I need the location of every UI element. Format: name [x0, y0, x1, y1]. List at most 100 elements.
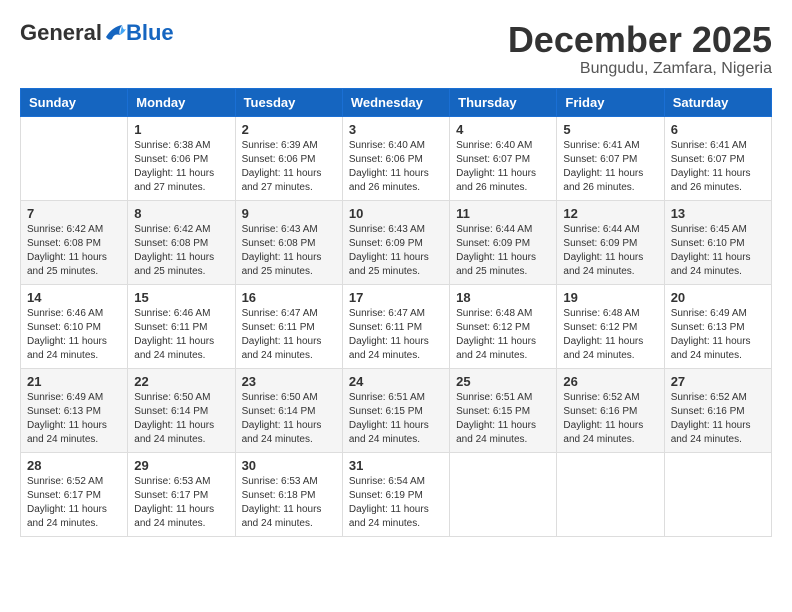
calendar-cell: 3 Sunrise: 6:40 AMSunset: 6:06 PMDaylight… [342, 116, 449, 200]
day-info: Sunrise: 6:52 AMSunset: 6:16 PMDaylight:… [563, 391, 657, 447]
calendar-cell: 18 Sunrise: 6:48 AMSunset: 6:12 PMDayligh… [450, 284, 557, 368]
day-number: 3 [349, 122, 443, 137]
day-info: Sunrise: 6:48 AMSunset: 6:12 PMDaylight:… [563, 307, 657, 363]
column-header-thursday: Thursday [450, 88, 557, 116]
day-number: 15 [134, 290, 228, 305]
calendar-cell: 23Sunrise: 6:50 AMSunset: 6:14 PMDayligh… [235, 368, 342, 452]
calendar-cell: 19 Sunrise: 6:48 AMSunset: 6:12 PMDayligh… [557, 284, 664, 368]
day-info: Sunrise: 6:40 AMSunset: 6:06 PMDaylight:… [349, 139, 443, 195]
calendar-cell: 24 Sunrise: 6:51 AMSunset: 6:15 PMDayligh… [342, 368, 449, 452]
day-info: Sunrise: 6:47 AMSunset: 6:11 PMDaylight:… [242, 307, 336, 363]
logo: General Blue [20, 20, 174, 46]
calendar-table: SundayMondayTuesdayWednesdayThursdayFrid… [20, 88, 772, 537]
day-info: Sunrise: 6:47 AMSunset: 6:11 PMDaylight:… [349, 307, 443, 363]
day-info: Sunrise: 6:53 AMSunset: 6:17 PMDaylight:… [134, 475, 228, 531]
day-number: 29 [134, 458, 228, 473]
column-header-monday: Monday [128, 88, 235, 116]
day-info: Sunrise: 6:51 AMSunset: 6:15 PMDaylight:… [349, 391, 443, 447]
day-number: 31 [349, 458, 443, 473]
day-number: 21 [27, 374, 121, 389]
day-info: Sunrise: 6:41 AMSunset: 6:07 PMDaylight:… [563, 139, 657, 195]
title-block: December 2025 Bungudu, Zamfara, Nigeria [508, 20, 772, 78]
day-info: Sunrise: 6:54 AMSunset: 6:19 PMDaylight:… [349, 475, 443, 531]
calendar-cell: 21 Sunrise: 6:49 AMSunset: 6:13 PMDayligh… [21, 368, 128, 452]
calendar-cell: 6 Sunrise: 6:41 AMSunset: 6:07 PMDaylight… [664, 116, 771, 200]
calendar-week-row: 14 Sunrise: 6:46 AMSunset: 6:10 PMDayligh… [21, 284, 772, 368]
day-number: 6 [671, 122, 765, 137]
day-number: 22 [134, 374, 228, 389]
day-info: Sunrise: 6:43 AMSunset: 6:09 PMDaylight:… [349, 223, 443, 279]
calendar-cell: 7 Sunrise: 6:42 AMSunset: 6:08 PMDaylight… [21, 200, 128, 284]
column-header-friday: Friday [557, 88, 664, 116]
day-info: Sunrise: 6:42 AMSunset: 6:08 PMDaylight:… [27, 223, 121, 279]
day-info: Sunrise: 6:49 AMSunset: 6:13 PMDaylight:… [671, 307, 765, 363]
calendar-cell: 11Sunrise: 6:44 AMSunset: 6:09 PMDayligh… [450, 200, 557, 284]
day-number: 25 [456, 374, 550, 389]
day-number: 28 [27, 458, 121, 473]
calendar-cell: 10 Sunrise: 6:43 AMSunset: 6:09 PMDayligh… [342, 200, 449, 284]
day-number: 17 [349, 290, 443, 305]
day-info: Sunrise: 6:48 AMSunset: 6:12 PMDaylight:… [456, 307, 550, 363]
calendar-week-row: 21 Sunrise: 6:49 AMSunset: 6:13 PMDayligh… [21, 368, 772, 452]
day-info: Sunrise: 6:39 AMSunset: 6:06 PMDaylight:… [242, 139, 336, 195]
day-info: Sunrise: 6:43 AMSunset: 6:08 PMDaylight:… [242, 223, 336, 279]
calendar-cell: 16 Sunrise: 6:47 AMSunset: 6:11 PMDayligh… [235, 284, 342, 368]
day-number: 13 [671, 206, 765, 221]
calendar-header-row: SundayMondayTuesdayWednesdayThursdayFrid… [21, 88, 772, 116]
calendar-cell [664, 452, 771, 536]
day-info: Sunrise: 6:52 AMSunset: 6:16 PMDaylight:… [671, 391, 765, 447]
calendar-cell [450, 452, 557, 536]
column-header-tuesday: Tuesday [235, 88, 342, 116]
day-info: Sunrise: 6:52 AMSunset: 6:17 PMDaylight:… [27, 475, 121, 531]
day-number: 24 [349, 374, 443, 389]
calendar-cell: 31 Sunrise: 6:54 AMSunset: 6:19 PMDayligh… [342, 452, 449, 536]
day-number: 14 [27, 290, 121, 305]
calendar-cell: 30 Sunrise: 6:53 AMSunset: 6:18 PMDayligh… [235, 452, 342, 536]
day-number: 4 [456, 122, 550, 137]
day-number: 7 [27, 206, 121, 221]
day-number: 26 [563, 374, 657, 389]
day-number: 12 [563, 206, 657, 221]
day-number: 10 [349, 206, 443, 221]
day-info: Sunrise: 6:44 AMSunset: 6:09 PMDaylight:… [563, 223, 657, 279]
calendar-cell: 2 Sunrise: 6:39 AMSunset: 6:06 PMDaylight… [235, 116, 342, 200]
month-title: December 2025 [508, 20, 772, 60]
calendar-cell: 14 Sunrise: 6:46 AMSunset: 6:10 PMDayligh… [21, 284, 128, 368]
calendar-cell: 13Sunrise: 6:45 AMSunset: 6:10 PMDayligh… [664, 200, 771, 284]
day-info: Sunrise: 6:51 AMSunset: 6:15 PMDaylight:… [456, 391, 550, 447]
calendar-week-row: 1Sunrise: 6:38 AMSunset: 6:06 PMDaylight… [21, 116, 772, 200]
location-subtitle: Bungudu, Zamfara, Nigeria [508, 60, 772, 78]
calendar-cell: 4 Sunrise: 6:40 AMSunset: 6:07 PMDaylight… [450, 116, 557, 200]
calendar-cell: 5Sunrise: 6:41 AMSunset: 6:07 PMDaylight… [557, 116, 664, 200]
day-info: Sunrise: 6:46 AMSunset: 6:10 PMDaylight:… [27, 307, 121, 363]
calendar-week-row: 28 Sunrise: 6:52 AMSunset: 6:17 PMDayligh… [21, 452, 772, 536]
calendar-cell: 12 Sunrise: 6:44 AMSunset: 6:09 PMDayligh… [557, 200, 664, 284]
day-number: 18 [456, 290, 550, 305]
calendar-cell [557, 452, 664, 536]
day-info: Sunrise: 6:40 AMSunset: 6:07 PMDaylight:… [456, 139, 550, 195]
day-number: 2 [242, 122, 336, 137]
day-number: 20 [671, 290, 765, 305]
day-number: 27 [671, 374, 765, 389]
logo-general-text: General [20, 20, 102, 46]
day-info: Sunrise: 6:38 AMSunset: 6:06 PMDaylight:… [134, 139, 228, 195]
day-number: 9 [242, 206, 336, 221]
calendar-cell: 25 Sunrise: 6:51 AMSunset: 6:15 PMDayligh… [450, 368, 557, 452]
day-info: Sunrise: 6:53 AMSunset: 6:18 PMDaylight:… [242, 475, 336, 531]
day-info: Sunrise: 6:42 AMSunset: 6:08 PMDaylight:… [134, 223, 228, 279]
day-info: Sunrise: 6:50 AMSunset: 6:14 PMDaylight:… [134, 391, 228, 447]
column-header-sunday: Sunday [21, 88, 128, 116]
day-info: Sunrise: 6:49 AMSunset: 6:13 PMDaylight:… [27, 391, 121, 447]
calendar-cell: 28 Sunrise: 6:52 AMSunset: 6:17 PMDayligh… [21, 452, 128, 536]
day-number: 16 [242, 290, 336, 305]
day-number: 11 [456, 206, 550, 221]
logo-bird-icon [104, 23, 126, 43]
day-number: 19 [563, 290, 657, 305]
calendar-cell: 22 Sunrise: 6:50 AMSunset: 6:14 PMDayligh… [128, 368, 235, 452]
calendar-cell [21, 116, 128, 200]
day-number: 30 [242, 458, 336, 473]
day-info: Sunrise: 6:41 AMSunset: 6:07 PMDaylight:… [671, 139, 765, 195]
day-info: Sunrise: 6:46 AMSunset: 6:11 PMDaylight:… [134, 307, 228, 363]
column-header-wednesday: Wednesday [342, 88, 449, 116]
day-number: 8 [134, 206, 228, 221]
